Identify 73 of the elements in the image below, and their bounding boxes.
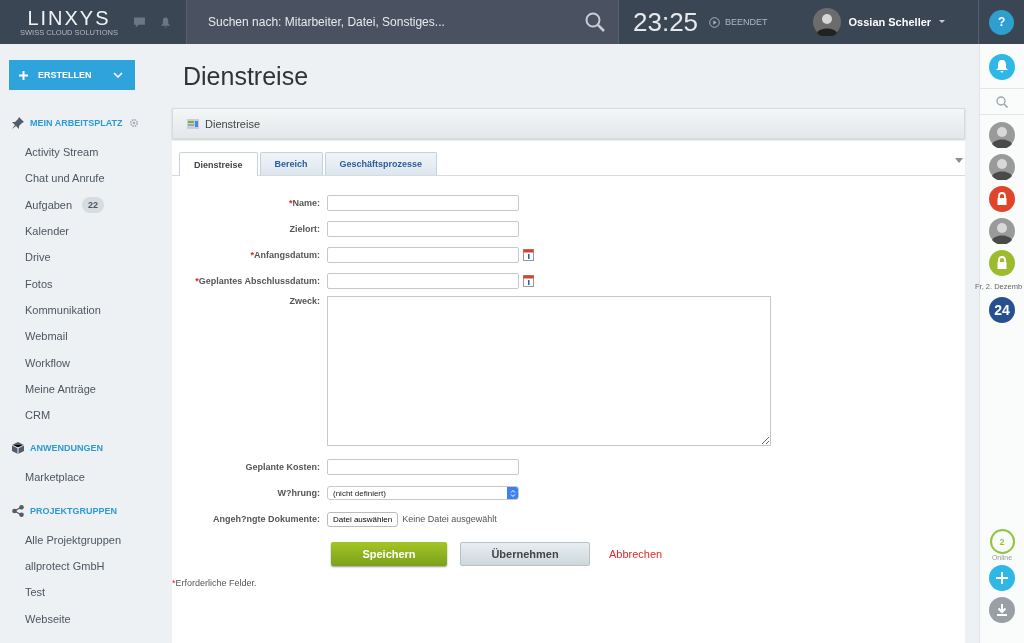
- lock-icon[interactable]: [989, 186, 1015, 212]
- bell-icon[interactable]: [160, 16, 170, 28]
- sidebar-item[interactable]: Webseite: [25, 612, 71, 625]
- box-icon: [12, 442, 24, 455]
- contact-avatar[interactable]: [989, 154, 1015, 180]
- sidebar-item[interactable]: Test: [25, 586, 46, 599]
- page-title: Dienstreise: [183, 61, 310, 92]
- input-field[interactable]: [327, 247, 519, 263]
- clock: 23:25: [633, 6, 699, 38]
- file-status: Keine Datei ausgewählt: [402, 514, 497, 524]
- notification-icon[interactable]: [989, 54, 1015, 80]
- contact-avatar[interactable]: [989, 122, 1015, 148]
- sidebar-item[interactable]: Meine Anträge: [25, 382, 96, 395]
- settings-icon[interactable]: [128, 118, 139, 128]
- sidebar-item[interactable]: Kommunikation: [25, 303, 101, 316]
- plus-icon[interactable]: [989, 565, 1015, 591]
- timer-status[interactable]: BEENDET: [725, 17, 768, 27]
- caret-icon[interactable]: [939, 20, 946, 24]
- sidebar-item[interactable]: Aufgaben: [25, 198, 73, 211]
- field-label: *Anfangsdatum:: [249, 250, 321, 260]
- stepper-icon: [509, 488, 516, 498]
- cancel-link[interactable]: Abbrechen: [609, 548, 663, 560]
- required-note: *Erforderliche Felder.: [172, 578, 258, 588]
- tab[interactable]: Dienstreise: [179, 152, 258, 176]
- search-field[interactable]: Suchen nach: Mitarbeiter, Datei, Sonstiges...: [187, 0, 619, 44]
- input-field[interactable]: [327, 195, 519, 211]
- caret-icon[interactable]: [955, 158, 963, 163]
- input-field[interactable]: [327, 459, 519, 475]
- sidebar-item[interactable]: Activity Stream: [25, 146, 99, 159]
- tab[interactable]: Geschäftsprozesse: [324, 152, 438, 175]
- sidebar-item[interactable]: Workflow: [25, 356, 71, 369]
- chevron-icon[interactable]: [113, 72, 123, 78]
- field-label: Zielort:: [288, 224, 321, 234]
- sidebar-item[interactable]: Chat und Anrufe: [25, 172, 105, 185]
- sidebar-item[interactable]: Fotos: [25, 277, 53, 290]
- lock-icon[interactable]: [989, 250, 1015, 276]
- logo[interactable]: LINXYS: [27, 7, 111, 28]
- sidebar-item[interactable]: CRM: [25, 409, 51, 422]
- share-icon: [12, 504, 24, 517]
- chat-icon[interactable]: [133, 16, 145, 28]
- calendar-day[interactable]: 24: [989, 297, 1015, 323]
- sidebar-item[interactable]: Kalender: [25, 225, 70, 238]
- input-field[interactable]: [327, 273, 519, 289]
- calendar-icon[interactable]: [523, 249, 534, 261]
- sidebar-item[interactable]: Marketplace: [25, 471, 85, 484]
- count-badge: 22: [82, 196, 105, 213]
- field-label: *Name:: [287, 198, 321, 208]
- input-field[interactable]: [327, 221, 519, 237]
- currency-select[interactable]: (nicht definiert): [327, 486, 519, 500]
- tab[interactable]: Bereich: [259, 152, 323, 175]
- download-icon[interactable]: [989, 597, 1015, 623]
- sidebar-item[interactable]: Drive: [25, 251, 51, 264]
- sidebar-item[interactable]: Webmail: [25, 330, 68, 343]
- field-label: *Geplantes Abschlussdatum:: [194, 276, 321, 286]
- apply-button[interactable]: Übernehmen: [460, 542, 590, 566]
- sidebar-item[interactable]: Alle Projektgruppen: [25, 533, 121, 546]
- sidebar-item[interactable]: allprotect GmbH: [25, 560, 105, 572]
- user-name[interactable]: Ossian Scheller: [848, 16, 932, 28]
- pin-icon: [12, 117, 24, 129]
- field-label: Zweck:: [288, 296, 321, 306]
- panel-title: Dienstreise: [205, 117, 261, 130]
- search-icon[interactable]: [996, 96, 1008, 108]
- form-icon: [187, 118, 199, 129]
- calendar-icon[interactable]: [523, 275, 534, 287]
- field-label: W?hrung:: [276, 488, 321, 498]
- field-label: Geplante Kosten:: [244, 462, 321, 472]
- user-avatar[interactable]: [812, 8, 841, 36]
- search-icon[interactable]: [585, 12, 605, 32]
- field-label: Angeh?ngte Dokumente:: [212, 514, 321, 524]
- choose-file-button[interactable]: Datei auswählen: [327, 511, 399, 527]
- plus-icon: [19, 70, 28, 80]
- contact-avatar[interactable]: [989, 218, 1015, 244]
- play-icon[interactable]: [709, 16, 721, 28]
